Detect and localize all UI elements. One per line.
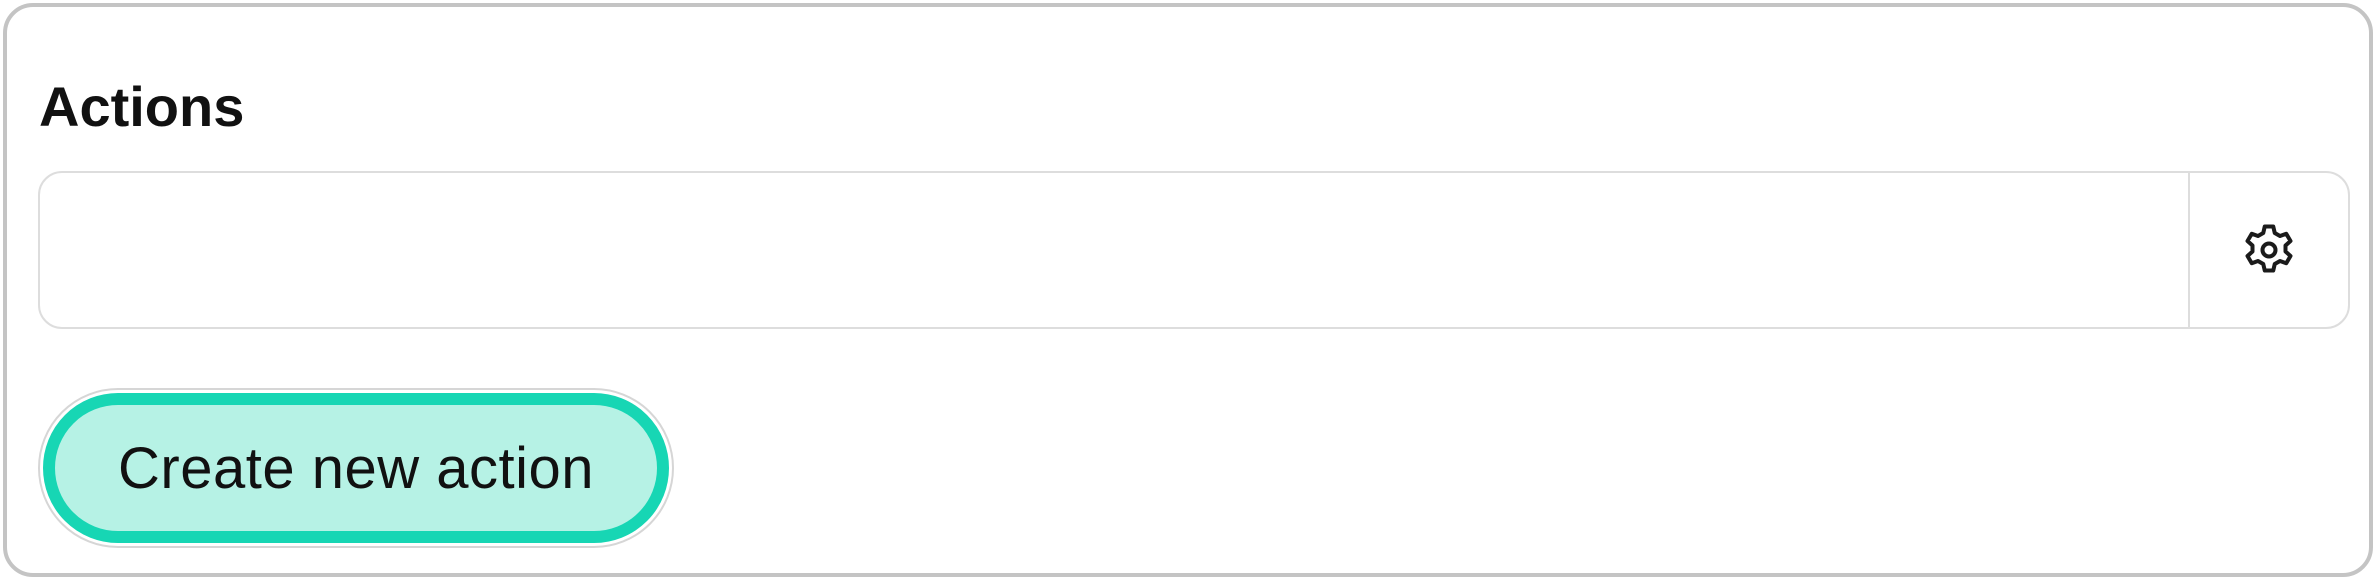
create-button-label: Create new action (118, 435, 594, 501)
panel-title: Actions (39, 75, 245, 138)
gear-icon (2245, 224, 2293, 273)
create-button-focus-ring: Create new action (43, 393, 669, 543)
create-new-action-button[interactable]: Create new action (38, 388, 674, 548)
action-field (38, 171, 2350, 329)
actions-panel: Actions Create new action (3, 3, 2373, 577)
action-input[interactable] (40, 173, 2188, 327)
settings-button[interactable] (2188, 173, 2348, 327)
